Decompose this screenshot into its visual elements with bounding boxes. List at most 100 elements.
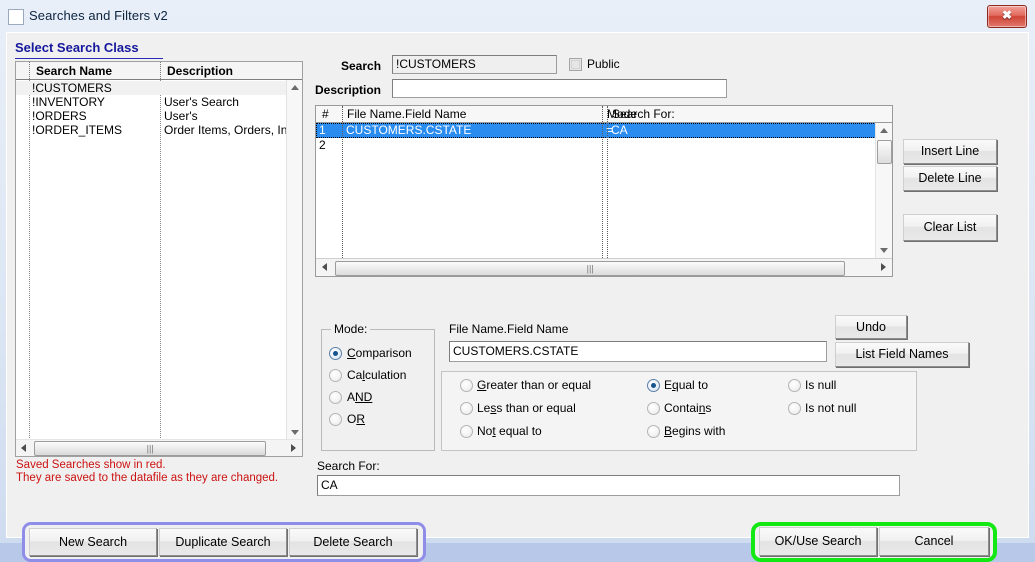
- application-window: Searches and Filters v2 ✖ Select Search …: [0, 0, 1035, 562]
- cancel-button[interactable]: Cancel: [879, 527, 989, 556]
- window-icon: [8, 9, 24, 25]
- radio-greater-than-or-equal[interactable]: [460, 379, 473, 392]
- list-field-names-button[interactable]: List Field Names: [835, 342, 969, 367]
- column-header-search-name: Search Name: [36, 64, 113, 78]
- description-label: Description: [315, 83, 382, 97]
- new-search-button[interactable]: New Search: [29, 528, 157, 556]
- new-search-label: New Search: [58, 535, 128, 549]
- clear-list-label: Clear List: [923, 220, 977, 234]
- scroll-thumb[interactable]: |||: [335, 261, 845, 276]
- list-horizontal-scrollbar[interactable]: |||: [16, 439, 302, 456]
- radio-mode-calculation-label: Calculation: [347, 368, 407, 382]
- search-class-list-header: Search Name Description: [16, 62, 302, 80]
- public-checkbox-label: Public: [587, 57, 620, 71]
- scroll-left-icon[interactable]: [16, 440, 32, 456]
- radio-not-equal-to-label: Not equal to: [477, 424, 542, 438]
- radio-equal-to-label: Equal to: [664, 378, 709, 392]
- radio-is-not-null-label: Is not null: [805, 401, 857, 415]
- criteria-grid[interactable]: # File Name.Field Name Mode Search For: …: [315, 105, 893, 277]
- radio-begins-with[interactable]: [647, 425, 660, 438]
- saved-searches-note-line1: Saved Searches show in red.: [16, 459, 166, 471]
- criteria-grid-body: 1 CUSTOMERS.CSTATE = CA 2: [316, 123, 876, 276]
- scroll-thumb[interactable]: [877, 140, 892, 164]
- radio-mode-calculation[interactable]: [329, 369, 342, 382]
- file-field-name-input[interactable]: CUSTOMERS.CSTATE: [449, 341, 827, 362]
- radio-contains[interactable]: [647, 402, 660, 415]
- radio-contains-label: Contains: [664, 401, 712, 415]
- scroll-left-icon[interactable]: [316, 259, 333, 276]
- row-number: 2: [319, 138, 326, 152]
- duplicate-search-label: Duplicate Search: [175, 535, 271, 549]
- checkbox-inner: [571, 60, 580, 69]
- delete-search-label: Delete Search: [313, 535, 393, 549]
- radio-mode-and[interactable]: [329, 391, 342, 404]
- delete-line-button[interactable]: Delete Line: [903, 166, 997, 191]
- grid-column-search-for: Search For:: [612, 107, 675, 121]
- radio-less-than-or-equal-label: Less than or equal: [477, 401, 576, 415]
- radio-mode-and-label: AND: [347, 390, 373, 404]
- description-input[interactable]: [392, 79, 727, 98]
- scroll-thumb[interactable]: |||: [34, 441, 266, 456]
- radio-is-null-label: Is null: [805, 378, 837, 392]
- criteria-grid-header: # File Name.Field Name Mode Search For:: [316, 106, 892, 123]
- radio-greater-than-or-equal-label: Greater than or equal: [477, 378, 592, 392]
- row-number: 1: [319, 123, 326, 137]
- grid-body-divider: [342, 123, 343, 262]
- scroll-right-icon[interactable]: [875, 259, 892, 276]
- list-item-name: !CUSTOMERS: [32, 81, 112, 95]
- radio-mode-comparison-label: Comparison: [347, 346, 412, 360]
- radio-mode-or-label: OR: [347, 412, 366, 426]
- search-class-list[interactable]: Search Name Description !CUSTOMERS !INVE…: [15, 61, 303, 457]
- radio-is-not-null[interactable]: [788, 402, 801, 415]
- column-header-description: Description: [167, 64, 234, 78]
- radio-is-null[interactable]: [788, 379, 801, 392]
- close-button[interactable]: ✖: [987, 5, 1027, 28]
- delete-line-label: Delete Line: [918, 171, 982, 185]
- radio-less-than-or-equal[interactable]: [460, 402, 473, 415]
- radio-equal-to[interactable]: [647, 379, 660, 392]
- table-row[interactable]: 1 CUSTOMERS.CSTATE = CA: [316, 123, 876, 138]
- header-divider: [160, 62, 162, 79]
- list-item-name: !ORDERS: [32, 109, 87, 123]
- close-icon: ✖: [1001, 8, 1013, 22]
- scroll-down-icon[interactable]: [287, 425, 302, 440]
- clear-list-button[interactable]: Clear List: [903, 214, 997, 241]
- list-item[interactable]: !ORDER_ITEMS Order Items, Orders, Inv...: [16, 123, 302, 137]
- list-item-description: User's Search: [164, 95, 239, 109]
- grid-body-divider: [607, 123, 608, 262]
- radio-not-equal-to[interactable]: [460, 425, 473, 438]
- scroll-right-icon[interactable]: [286, 440, 302, 456]
- table-row[interactable]: 2: [316, 138, 876, 153]
- radio-mode-comparison[interactable]: [329, 347, 342, 360]
- file-field-name-label: File Name.Field Name: [449, 322, 569, 336]
- list-field-names-label: List Field Names: [855, 347, 949, 361]
- undo-button[interactable]: Undo: [835, 315, 907, 339]
- scroll-up-icon[interactable]: [876, 123, 892, 139]
- insert-line-label: Insert Line: [920, 144, 980, 158]
- list-item[interactable]: !INVENTORY User's Search: [16, 95, 286, 109]
- window-title: Searches and Filters v2: [29, 8, 168, 23]
- insert-line-button[interactable]: Insert Line: [903, 139, 997, 164]
- search-for-label: Search For:: [317, 459, 380, 473]
- header-divider: [29, 62, 31, 79]
- search-for-input[interactable]: CA: [317, 475, 900, 496]
- grid-horizontal-scrollbar[interactable]: |||: [316, 258, 892, 276]
- saved-searches-note: Saved Searches show in red. They are sav…: [16, 459, 278, 485]
- radio-mode-or[interactable]: [329, 413, 342, 426]
- scroll-down-icon[interactable]: [876, 243, 892, 259]
- grid-vertical-scrollbar[interactable]: [875, 123, 892, 259]
- grid-header-divider: [602, 106, 603, 122]
- select-search-class-heading: Select Search Class: [15, 40, 139, 55]
- list-item[interactable]: !ORDERS User's: [16, 109, 286, 123]
- public-checkbox[interactable]: [569, 58, 582, 71]
- ok-use-search-button[interactable]: OK/Use Search: [759, 527, 877, 556]
- duplicate-search-button[interactable]: Duplicate Search: [159, 528, 287, 556]
- row-file-field: CUSTOMERS.CSTATE: [346, 123, 472, 137]
- search-name-input[interactable]: !CUSTOMERS: [392, 55, 557, 74]
- scroll-up-icon[interactable]: [287, 80, 302, 95]
- grid-column-file-field: File Name.Field Name: [347, 107, 467, 121]
- grid-header-divider: [342, 106, 343, 122]
- list-vertical-scrollbar[interactable]: [286, 80, 302, 440]
- list-item[interactable]: !CUSTOMERS: [16, 81, 286, 95]
- delete-search-button[interactable]: Delete Search: [289, 528, 417, 556]
